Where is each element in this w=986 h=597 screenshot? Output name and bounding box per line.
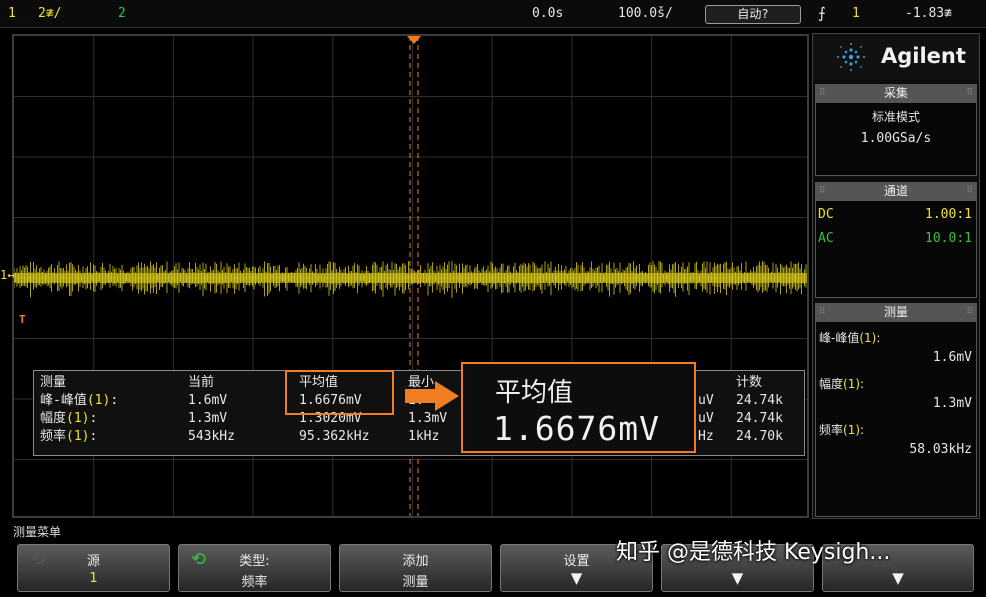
grip-icon: ⠿ [966,88,973,98]
time-scale[interactable]: 100.0š/ [618,6,673,21]
agilent-spark-icon [837,43,865,71]
acquire-header[interactable]: ⠿ 采集 ⠿ [815,84,977,102]
softkey-value: 频率 [241,575,268,590]
row-min: 1.3mV [408,411,448,426]
ch2-probe[interactable]: 10.0:1 [925,231,972,247]
measure-item-value: 1.3mV [932,396,972,411]
submenu-arrow-icon: ▼ [570,569,583,587]
table-row: 频率(1): [40,429,98,444]
softkey-label: 添加 [402,554,429,569]
measure-item-value: 1.6mV [932,350,972,365]
measure-section: 峰-峰值(1): 1.6mV 幅度(1): 1.3mV 频率(1): 58.03… [815,321,977,517]
row-count: 24.74k [736,411,783,426]
row-min: 1kHz [408,429,440,444]
source-softkey[interactable]: ⟲ 源 1 [17,544,170,592]
ch2-coupling[interactable]: AC [818,231,834,247]
row-source: (1) [86,393,111,408]
softkey-value: 1 [89,571,98,586]
row-source: (1) [66,429,90,444]
row-current: 1.6mV [188,393,228,408]
channels-header-label: 通道 [883,184,908,198]
softkey-label: 源 [86,554,100,569]
measure-header[interactable]: ⠿ 测量 ⠿ [815,303,977,321]
row-current: 1.3mV [188,411,228,426]
watermark-text: 知乎 @是德科技 Keysigh... [616,540,891,565]
mean-highlight-box [285,370,394,415]
add-measurement-softkey[interactable]: 添加 测量 [339,544,492,592]
logo-text: Agilent [881,44,966,68]
row-max: Hz [698,429,714,444]
ch1-ground-marker[interactable]: 1↤ [0,268,14,282]
measure-item-label: 频率(1): [819,423,865,437]
trigger-mode-button[interactable]: 自动? [705,5,801,24]
grip-icon: ⠿ [819,186,826,196]
trigger-position-icon [407,36,421,44]
arrow-right-icon [405,381,459,411]
ch1-probe[interactable]: 1.00:1 [925,207,972,223]
trigger-level-marker[interactable]: T [19,313,26,326]
submenu-arrow-icon: ▼ [892,569,904,587]
measure-item-label: 幅度(1): [819,377,865,391]
ch1-coupling[interactable]: DC [818,207,834,223]
time-offset[interactable]: 0.0s [532,6,563,21]
softkey-value: 测量 [402,575,429,590]
sample-rate: 1.00GSa/s [860,131,932,146]
row-count: 24.74k [736,393,783,408]
ch2-number[interactable]: 2 [118,6,126,21]
row-current: 543kHz [188,429,235,444]
row-source: (1) [66,411,90,426]
submenu-arrow-icon: ▼ [731,569,744,587]
channels-section: DC 1.00:1 AC 10.0:1 [815,200,977,298]
column-header-current: 当前 [188,375,215,390]
channels-header[interactable]: ⠿ 通道 ⠿ [815,182,977,200]
trigger-level[interactable]: -1.83≇ [905,6,952,21]
grip-icon: ⠿ [966,307,973,317]
grip-icon: ⠿ [819,307,826,317]
table-row: 峰-峰值(1): [40,393,119,408]
row-name: 峰-峰值 [40,393,87,408]
row-name: 频率 [40,429,67,444]
acquire-mode: 标准模式 [871,110,920,124]
trigger-source[interactable]: 1 [852,6,860,21]
ch1-number[interactable]: 1 [8,6,16,21]
measure-header-label: 测量 [883,305,908,319]
side-panel: Agilent ⠿ 采集 ⠿ 标准模式 1.00GSa/s ⠿ 通道 ⠿ DC … [812,33,980,519]
type-softkey[interactable]: ⟲ 类型: 频率 [178,544,331,592]
row-name: 幅度 [40,411,67,426]
brand-logo: Agilent [813,34,979,80]
table-row: 幅度(1): [40,411,98,426]
row-max: uV [698,411,714,426]
callout-value: 1.6676mV [493,409,660,448]
trigger-edge-icon: ⨍ [818,4,826,22]
row-mean: 95.362kHz [299,429,370,444]
column-header-measure: 测量 [40,375,67,390]
ch1-scale[interactable]: 2≇/ [38,6,61,21]
status-bar: 1 2≇/ 2 0.0s 100.0š/ 自动? ⨍ 1 -1.83≇ [0,0,986,28]
column-header-count: 计数 [736,375,763,390]
grip-icon: ⠿ [966,186,973,196]
measure-item-value: 58.03kHz [909,442,972,457]
acquire-section: 标准模式 1.00GSa/s [815,102,977,176]
measure-item-label: 峰-峰值(1): [819,331,881,345]
acquire-header-label: 采集 [883,86,908,100]
row-max: uV [698,393,714,408]
row-count: 24.70k [736,429,783,444]
softkey-label: 类型: [239,554,270,569]
ch1-trace-core [14,273,807,283]
grip-icon: ⠿ [819,88,826,98]
mean-zoom-callout: 平均值 1.6676mV [461,362,696,453]
callout-title: 平均值 [495,378,574,408]
menu-title: 测量菜单 [13,525,62,539]
